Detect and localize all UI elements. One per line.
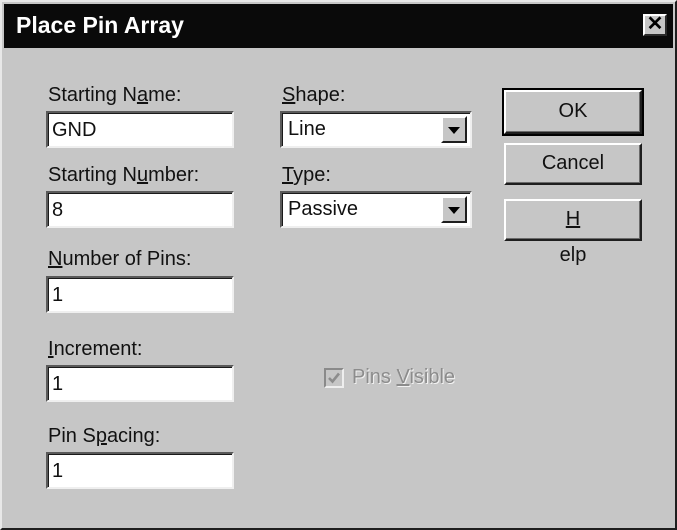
pins-visible-check-box[interactable]	[324, 368, 344, 388]
starting-name-input[interactable]: GND	[46, 111, 234, 148]
starting-number-label: Starting Number:	[48, 164, 200, 186]
pins-visible-label: Pins Visible	[352, 366, 456, 388]
pin-spacing-label: Pin Spacing:	[48, 425, 161, 447]
pin-spacing-input[interactable]: 1	[46, 452, 234, 489]
shape-select[interactable]: Line	[280, 111, 472, 148]
shape-dropdown-button[interactable]	[441, 116, 467, 143]
shape-label: Shape:	[282, 84, 346, 106]
increment-label: Increment:	[48, 338, 143, 360]
close-button[interactable]: ✕	[643, 14, 667, 36]
type-label: Type:	[282, 164, 331, 186]
cancel-button[interactable]: Cancel	[504, 143, 642, 185]
title-bar[interactable]: Place Pin Array ✕	[4, 4, 673, 48]
type-dropdown-button[interactable]	[441, 196, 467, 223]
chevron-down-icon	[448, 207, 460, 214]
checkmark-icon	[328, 372, 341, 384]
number-of-pins-label: Number of Pins:	[48, 248, 192, 270]
ok-label: OK	[558, 100, 588, 122]
close-icon: ✕	[646, 13, 664, 35]
cancel-label: Cancel	[541, 152, 605, 174]
starting-name-label: Starting Name:	[48, 84, 182, 106]
dialog-title: Place Pin Array	[16, 12, 184, 38]
place-pin-array-dialog: Place Pin Array ✕ Starting Name: GND Sta…	[0, 0, 677, 530]
increment-input[interactable]: 1	[46, 365, 234, 402]
chevron-down-icon	[448, 127, 460, 134]
shape-value: Line	[288, 118, 326, 140]
help-label: Help	[559, 208, 587, 266]
help-button[interactable]: Help	[504, 199, 642, 266]
starting-number-input[interactable]: 8	[46, 191, 234, 228]
ok-button[interactable]: OK	[502, 88, 644, 136]
number-of-pins-input[interactable]: 1	[46, 276, 234, 313]
type-select[interactable]: Passive	[280, 191, 472, 228]
type-value: Passive	[288, 198, 359, 220]
